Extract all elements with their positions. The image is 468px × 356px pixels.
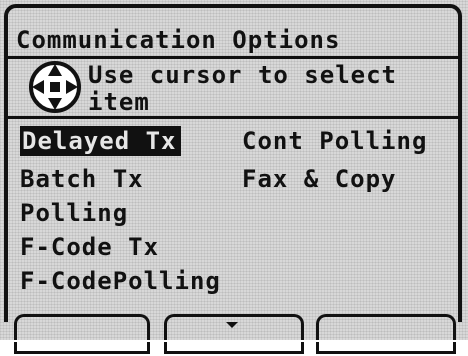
- option-batch-tx[interactable]: Batch Tx: [20, 164, 144, 194]
- softkey-right-base: [316, 342, 456, 354]
- down-arrow-icon: [226, 322, 238, 328]
- screen-title: Communication Options: [16, 26, 341, 54]
- lcd-screen: Communication Options Use cursor to sele…: [0, 0, 468, 356]
- softkey-left[interactable]: [14, 314, 150, 340]
- option-cont-polling[interactable]: Cont Polling: [242, 126, 427, 156]
- option-f-code-polling[interactable]: F-CodePolling: [20, 266, 221, 296]
- bottom-bezel: [0, 340, 468, 356]
- option-delayed-tx[interactable]: Delayed Tx: [20, 126, 181, 156]
- option-polling[interactable]: Polling: [20, 198, 128, 228]
- softkey-left-base: [14, 342, 150, 354]
- hint-divider: [8, 116, 460, 119]
- hint-line-2: item: [88, 88, 150, 116]
- softkey-right[interactable]: [316, 314, 456, 340]
- option-fax-and-copy[interactable]: Fax & Copy: [242, 164, 397, 194]
- option-f-code-tx[interactable]: F-Code Tx: [20, 232, 159, 262]
- hint-line-1: Use cursor to select: [88, 61, 397, 89]
- softkey-middle-base: [164, 342, 304, 354]
- cursor-keys-icon: [29, 61, 81, 113]
